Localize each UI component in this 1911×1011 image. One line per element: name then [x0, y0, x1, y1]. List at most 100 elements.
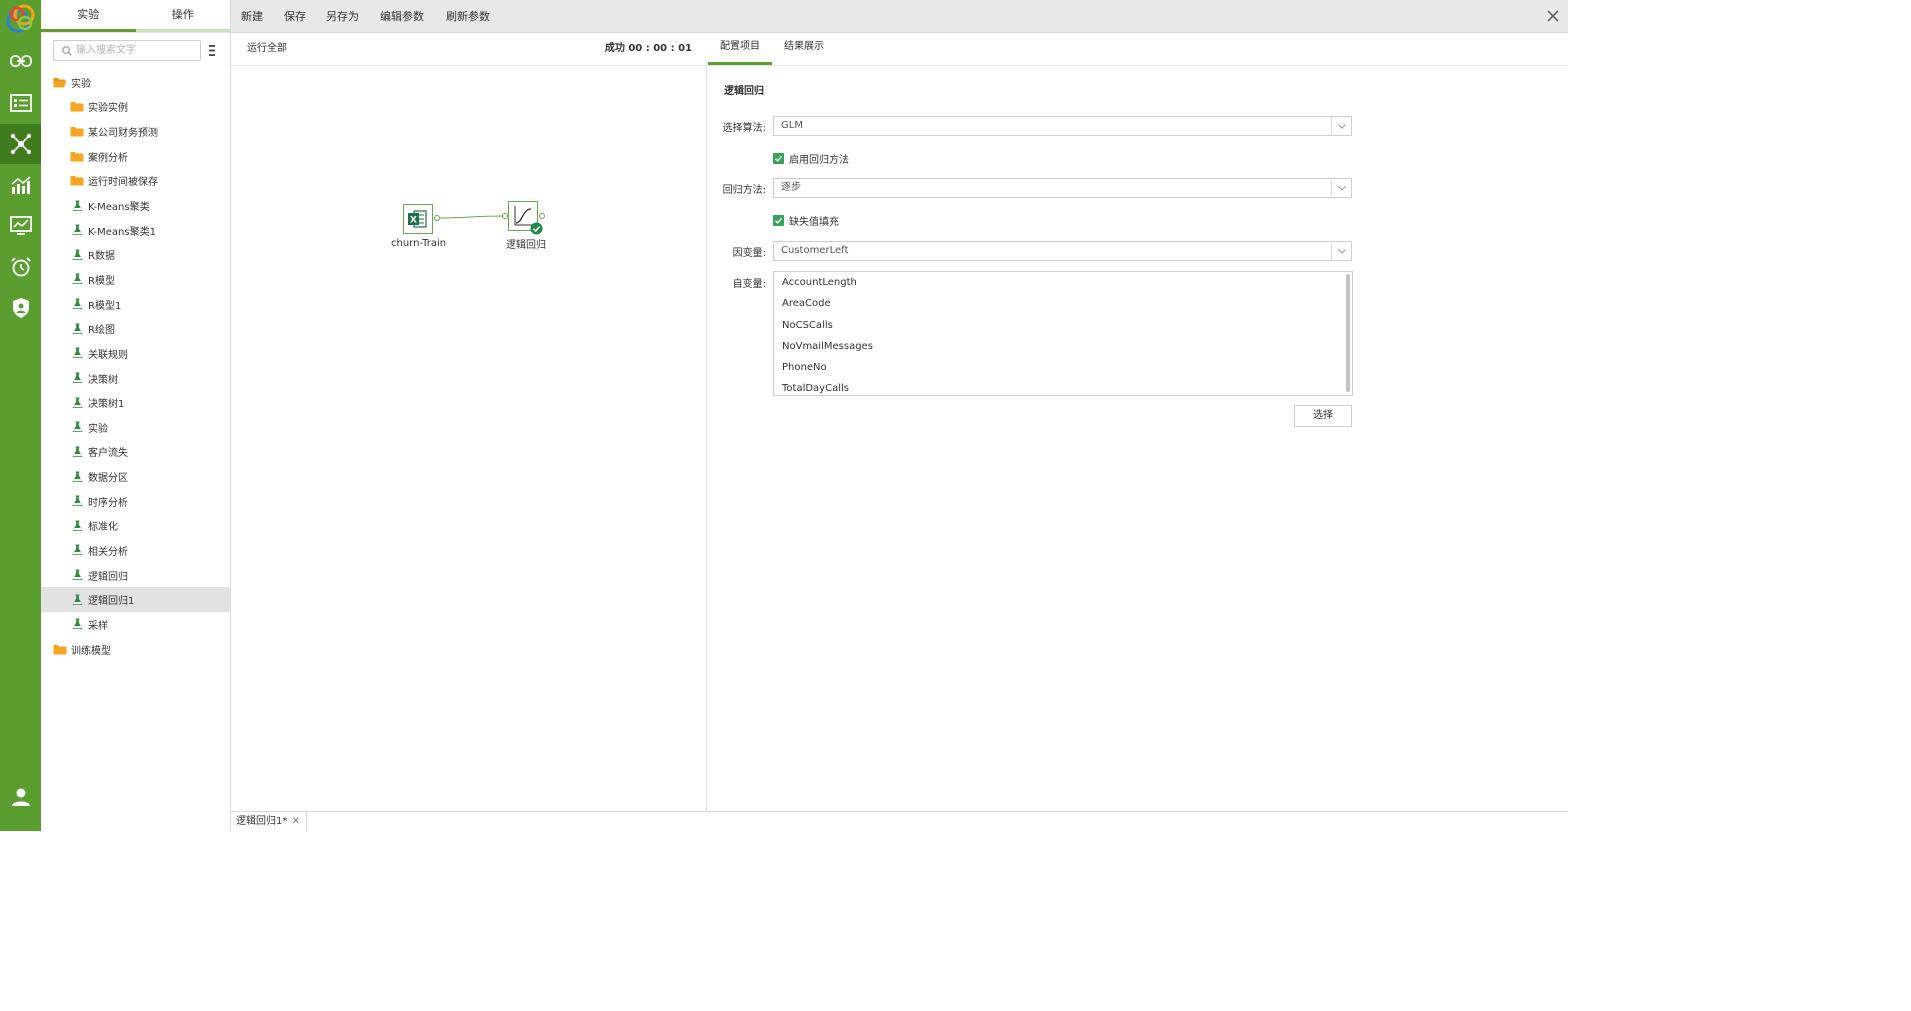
tree-item-experiment[interactable]: K-Means聚类1 — [41, 218, 230, 243]
tab-results[interactable]: 结果展示 — [772, 33, 836, 65]
output-port[interactable] — [539, 213, 545, 219]
flask-icon — [70, 273, 84, 285]
model-node-label: 逻辑回归 — [506, 240, 546, 251]
tree-item-experiment[interactable]: R数据 — [41, 242, 230, 267]
tree-item-experiment[interactable]: 客户流失 — [41, 440, 230, 465]
save-as-button[interactable]: 另存为 — [326, 0, 359, 33]
tree-item-label: K-Means聚类 — [88, 202, 150, 214]
source-node-label: churn-Train — [391, 238, 447, 249]
tree-item-label: 训练模型 — [71, 645, 111, 657]
dependent-value: CustomerLeft — [781, 245, 849, 256]
enable-regression-checkbox[interactable]: 启用回归方法 — [773, 151, 849, 166]
edit-params-button[interactable]: 编辑参数 — [380, 0, 424, 33]
chevron-down-icon — [1331, 117, 1351, 135]
tree-item-label: R绘图 — [88, 325, 115, 337]
save-button[interactable]: 保存 — [284, 0, 306, 33]
list-item[interactable]: NoCSCalls — [774, 315, 1352, 336]
bar-chart-icon[interactable] — [0, 165, 41, 205]
app-logo — [5, 3, 37, 35]
independent-listbox[interactable]: AccountLength AreaCode NoCSCalls NoVmailMes… — [773, 271, 1353, 396]
tree-item-label: 运行时间被保存 — [88, 177, 158, 189]
refresh-params-button[interactable]: 刷新参数 — [446, 0, 490, 33]
excel-icon: X — [403, 204, 433, 234]
regression-method-label: 回归方法: — [722, 185, 766, 196]
chevron-down-icon — [1331, 179, 1351, 197]
tree-item-experiment[interactable]: R绘图 — [41, 316, 230, 341]
output-port[interactable] — [434, 215, 440, 221]
new-button[interactable]: 新建 — [241, 0, 263, 33]
link-icon[interactable] — [0, 41, 41, 81]
trend-monitor-icon[interactable] — [0, 206, 41, 246]
regression-method-select[interactable]: 逐步 — [773, 178, 1352, 198]
tree-item-experiment[interactable]: 逻辑回归1 — [41, 587, 230, 613]
list-item[interactable]: NoVmailMessages — [774, 336, 1352, 357]
tab-config[interactable]: 配置项目 — [708, 33, 772, 65]
folder-icon — [70, 175, 84, 187]
tree-item-experiment[interactable]: 采样 — [41, 612, 230, 637]
menu-icon[interactable] — [208, 44, 216, 57]
choose-button[interactable]: 选择 — [1294, 405, 1352, 427]
algorithm-select[interactable]: GLM — [773, 116, 1352, 136]
user-icon[interactable] — [0, 777, 41, 817]
tree-item-folder[interactable]: 实验实例 — [41, 95, 230, 120]
connection-layer — [437, 215, 504, 219]
tree-item-experiment[interactable]: 标准化 — [41, 514, 230, 539]
config-tabs: 配置项目 结果展示 — [708, 33, 1568, 66]
list-item[interactable]: PhoneNo — [774, 357, 1352, 378]
tree-item-experiment[interactable]: 决策树1 — [41, 390, 230, 415]
flask-icon — [70, 446, 84, 458]
list-panel-icon[interactable] — [0, 83, 41, 123]
tree-item-label: 案例分析 — [88, 152, 128, 164]
list-item[interactable]: TotalDayCalls — [774, 378, 1352, 395]
tree-item-experiment[interactable]: 决策树 — [41, 366, 230, 391]
run-status: 成功 00 : 00 : 01 — [604, 43, 692, 54]
run-all-button[interactable]: 运行全部 — [247, 33, 287, 65]
close-icon[interactable] — [1546, 9, 1560, 23]
tree-item-experiment[interactable]: 相关分析 — [41, 538, 230, 563]
folder-icon — [53, 643, 67, 655]
tab-operation[interactable]: 操作 — [135, 0, 230, 32]
tree-item-folder[interactable]: 某公司财务预测 — [41, 119, 230, 144]
close-tab-icon[interactable]: ✕ — [292, 812, 300, 831]
tree-item-label: R模型1 — [88, 300, 122, 312]
tree-item-label: 标准化 — [88, 522, 118, 534]
network-icon[interactable] — [0, 124, 41, 164]
tree-item-experiment[interactable]: 实验 — [41, 415, 230, 440]
security-shield-icon[interactable] — [0, 288, 41, 328]
tree-item-label: 时序分析 — [88, 497, 128, 509]
tree-item-folder[interactable]: 实验 — [41, 70, 230, 95]
app-nav-rail — [0, 0, 41, 831]
tree-item-label: R数据 — [88, 251, 115, 263]
list-item[interactable]: AccountLength — [774, 272, 1352, 293]
tree-item-experiment[interactable]: 数据分区 — [41, 464, 230, 489]
tree-item-folder[interactable]: 训练模型 — [41, 637, 230, 662]
alarm-clock-icon[interactable] — [0, 247, 41, 287]
document-tab[interactable]: 逻辑回归1* ✕ — [231, 812, 307, 832]
tree-item-folder[interactable]: 运行时间被保存 — [41, 169, 230, 194]
tree-item-experiment[interactable]: K-Means聚类 — [41, 193, 230, 218]
tree-item-label: 逻辑回归 — [88, 571, 128, 583]
independent-label: 自变量: — [732, 279, 766, 290]
tree-item-label: 实验 — [71, 78, 91, 90]
folder-icon — [70, 126, 84, 138]
list-item[interactable]: AreaCode — [774, 293, 1352, 314]
tree-item-experiment[interactable]: R模型 — [41, 267, 230, 292]
listbox-scrollbar[interactable] — [1346, 274, 1350, 392]
search-input[interactable] — [76, 43, 196, 58]
workflow-canvas[interactable]: X churn-Train 逻辑回归 — [231, 66, 707, 811]
dependent-select[interactable]: CustomerLeft — [773, 241, 1352, 261]
tree-item-experiment[interactable]: 时序分析 — [41, 489, 230, 514]
tree-item-experiment[interactable]: 逻辑回归 — [41, 563, 230, 588]
tab-experiment[interactable]: 实验 — [41, 0, 136, 32]
tree-item-label: 数据分区 — [88, 473, 128, 485]
tree-item-label: 相关分析 — [88, 546, 128, 558]
tree-item-folder[interactable]: 案例分析 — [41, 144, 230, 169]
tree-item-experiment[interactable]: 关联规则 — [41, 341, 230, 366]
tree-item-experiment[interactable]: R模型1 — [41, 292, 230, 317]
flask-icon — [70, 249, 84, 261]
canvas-header: 运行全部 成功 00 : 00 : 01 — [231, 33, 707, 66]
missing-fill-checkbox[interactable]: 缺失值填充 — [773, 213, 839, 228]
svg-text:X: X — [410, 216, 417, 226]
flask-icon — [70, 323, 84, 335]
search-box[interactable] — [53, 40, 201, 61]
